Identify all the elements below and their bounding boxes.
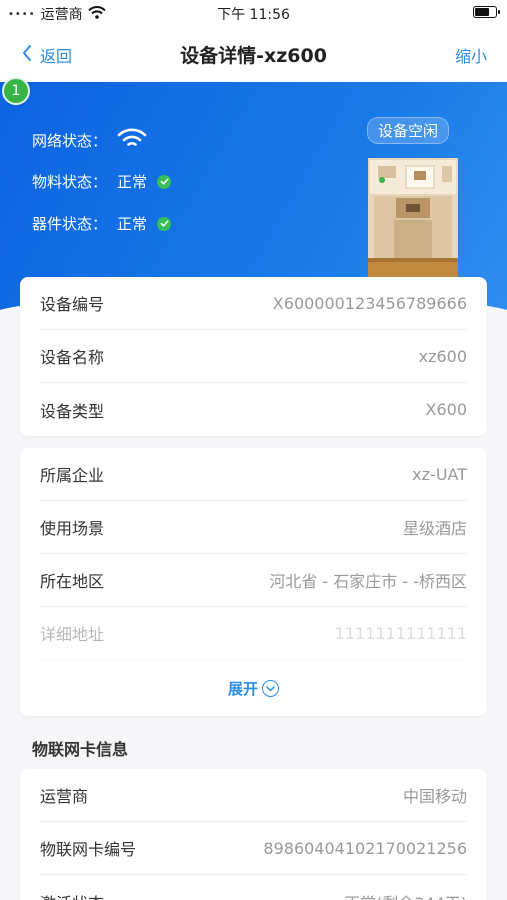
row-label: 激活状态 (40, 890, 104, 900)
info-row-sim-id: 物联网卡编号 89860404102170021256 (40, 822, 467, 875)
row-label: 设备名称 (40, 348, 105, 367)
row-label: 设备编号 (40, 295, 105, 314)
check-circle-icon (157, 216, 172, 231)
nav-bar: 返回 设备详情-xz600 缩小 (0, 26, 507, 82)
shrink-button[interactable]: 缩小 (455, 43, 487, 67)
row-value: 1111111111111 (334, 623, 467, 643)
network-status-row: 网络状态： (32, 127, 147, 153)
row-label: 物联网卡编号 (40, 840, 137, 859)
row-label: 使用场景 (40, 519, 105, 538)
row-value: 中国移动 (402, 787, 467, 806)
wifi-status-icon (117, 127, 147, 153)
row-value: 正常(剩余344天) (344, 890, 467, 900)
status-bar: •••• 运营商 下午 11:56 (0, 0, 507, 26)
iot-section-title: 物联网卡信息 (32, 740, 129, 759)
org-info-card: 所属企业 xz-UAT 使用场景 星级酒店 所在地区 河北省 - 石家庄市 - … (20, 448, 487, 716)
row-value: xz-UAT (412, 464, 467, 484)
coffee-machine-image (368, 158, 458, 278)
info-row-device-type: 设备类型 X600 (40, 383, 467, 436)
device-state-badge: 设备空闲 (367, 117, 450, 144)
page-title: 设备详情-xz600 (180, 45, 327, 67)
expand-label: 展开 (227, 680, 258, 698)
component-status-row: 器件状态： 正常 (32, 213, 172, 234)
status-time: 下午 11:56 (217, 7, 290, 23)
basic-info-card: 设备编号 X600000123456789666 设备名称 xz600 设备类型… (20, 277, 487, 436)
info-row-region: 所在地区 河北省 - 石家庄市 - -桥西区 (40, 554, 467, 607)
row-label: 所在地区 (40, 572, 105, 591)
info-row-address: 详细地址 1111111111111 (40, 607, 467, 660)
row-value: 星级酒店 (402, 519, 467, 538)
chevron-down-circle-icon (262, 680, 279, 697)
info-row-device-name: 设备名称 xz600 (40, 330, 467, 383)
material-status-row: 物料状态： 正常 (32, 171, 172, 192)
expand-button[interactable]: 展开 (20, 678, 487, 699)
info-row-scene: 使用场景 星级酒店 (40, 501, 467, 554)
row-label: 详细地址 (40, 625, 105, 644)
material-status-label: 物料状态： (32, 173, 108, 191)
component-status-label: 器件状态： (32, 215, 108, 233)
network-status-label: 网络状态： (32, 131, 108, 150)
row-label: 运营商 (40, 787, 89, 806)
component-status-value: 正常 (117, 215, 148, 233)
row-value: X600 (425, 400, 468, 419)
row-label: 设备类型 (40, 401, 105, 421)
row-value: 89860404102170021256 (263, 838, 467, 858)
info-row-device-id: 设备编号 X600000123456789666 (40, 277, 467, 330)
battery-icon (473, 6, 500, 18)
check-circle-icon (157, 174, 172, 189)
row-value: 河北省 - 石家庄市 - -桥西区 (269, 572, 467, 591)
info-row-activation: 激活状态 正常(剩余344天) (40, 875, 467, 900)
row-label: 所属企业 (40, 466, 105, 485)
row-value: X600000123456789666 (272, 293, 467, 313)
info-row-carrier: 运营商 中国移动 (40, 769, 467, 822)
material-status-value: 正常 (117, 173, 148, 191)
iot-info-card: 运营商 中国移动 物联网卡编号 89860404102170021256 激活状… (20, 769, 487, 900)
step-badge: 1 (2, 77, 30, 105)
row-value: xz600 (418, 346, 467, 366)
info-row-enterprise: 所属企业 xz-UAT (40, 448, 467, 501)
